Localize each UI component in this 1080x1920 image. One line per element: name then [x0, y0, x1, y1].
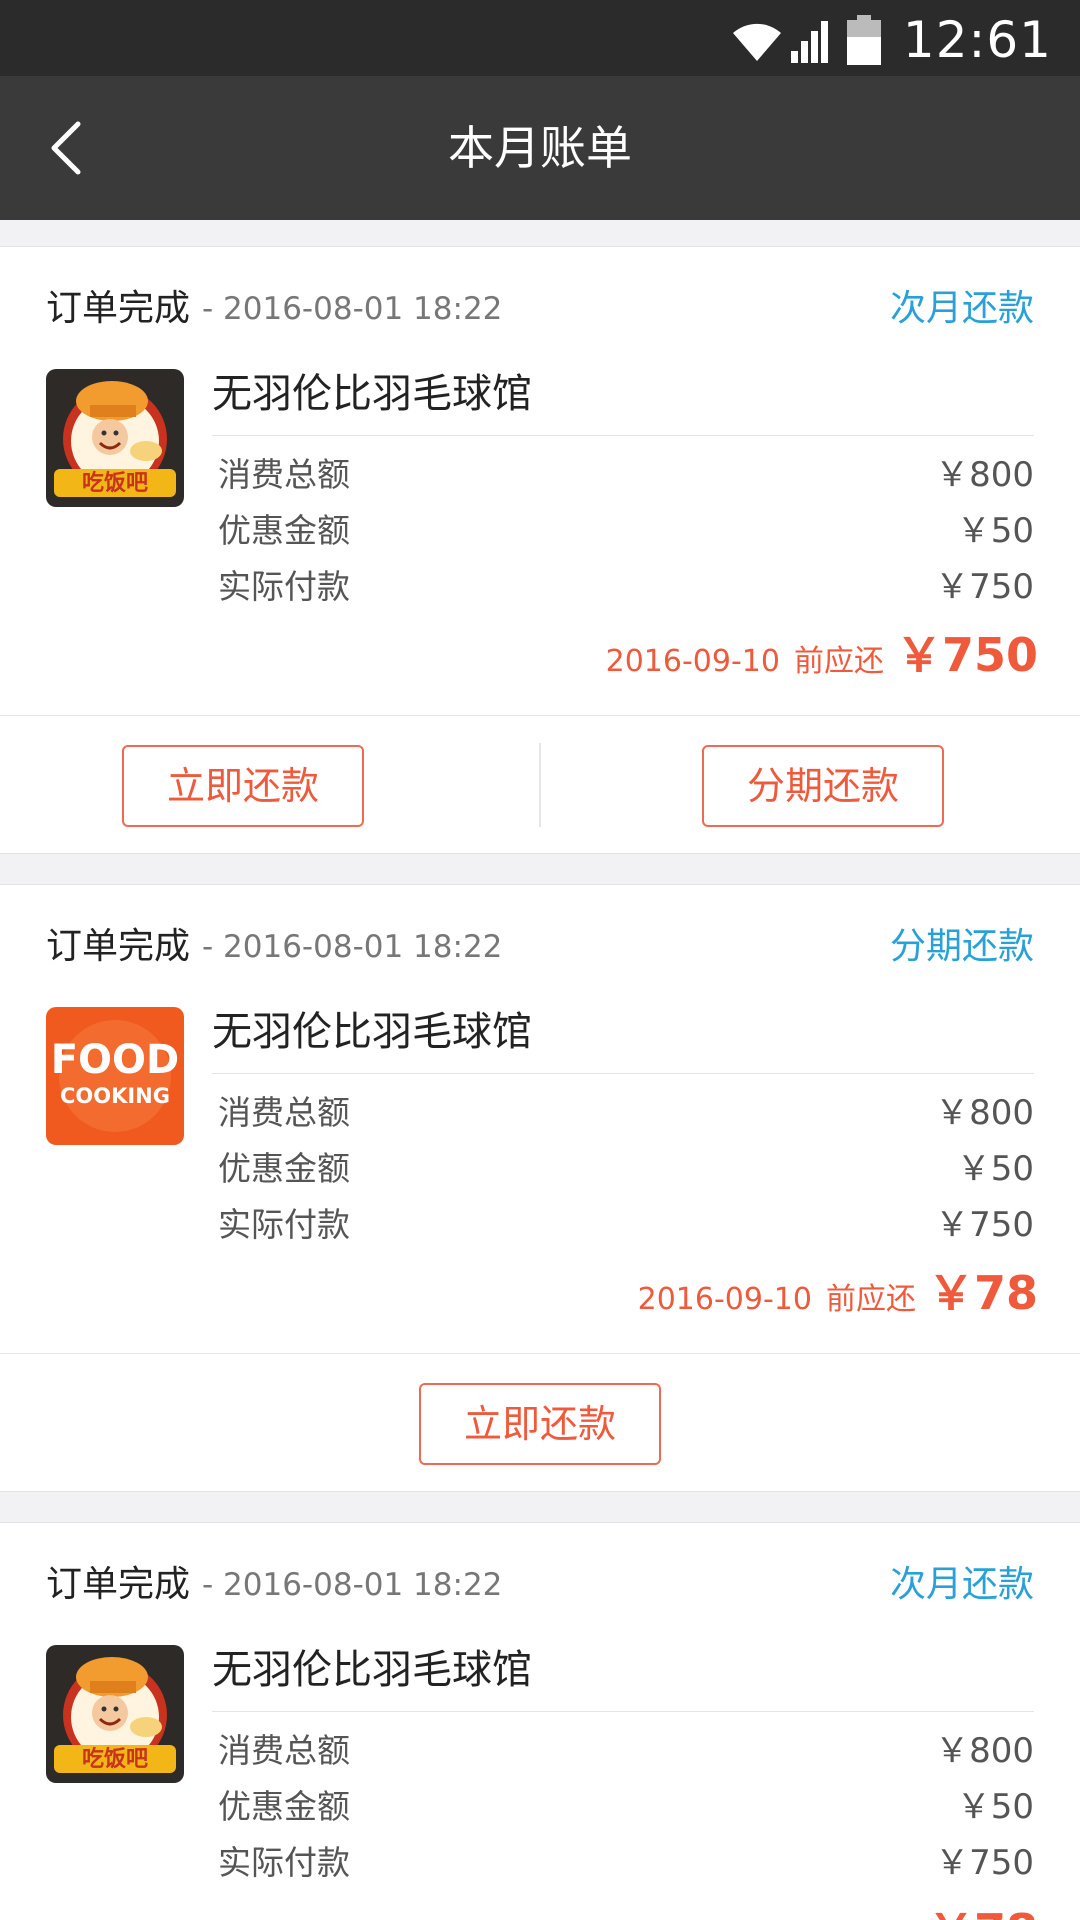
merchant-name: 无羽伦比羽毛球馆 [212, 371, 532, 417]
svg-text:吃饭吧: 吃饭吧 [82, 470, 148, 496]
battery-icon [846, 15, 881, 65]
discount-row: 优惠金额 ￥50 [218, 1781, 1034, 1833]
due-suffix: 前应还 [825, 1282, 916, 1317]
due-amount: ￥78 [927, 1266, 1038, 1320]
divider [212, 435, 1034, 436]
pay-now-button[interactable]: 立即还款 [419, 1383, 661, 1465]
due-line: 2016-09-10 前应还 ￥78 [638, 1895, 1038, 1920]
total-row: 消费总额 ￥800 [218, 1725, 1034, 1777]
discount-label: 优惠金额 [218, 1787, 350, 1826]
total-label: 消费总额 [218, 455, 350, 494]
wifi-icon [732, 23, 781, 61]
chef-restaurant-logo: 吃饭吧 [46, 369, 184, 507]
paid-row: 实际付款 ￥750 [218, 561, 1034, 613]
merchant-name: 无羽伦比羽毛球馆 [212, 1647, 532, 1693]
discount-row: 优惠金额 ￥50 [218, 505, 1034, 557]
order-status: 订单完成 [46, 288, 191, 329]
paid-label: 实际付款 [218, 1205, 350, 1244]
due-line: 2016-09-10 前应还 ￥750 [606, 619, 1038, 689]
total-row: 消费总额 ￥800 [218, 1087, 1034, 1139]
status-bar: 12:61 [0, 0, 1080, 76]
total-label: 消费总额 [218, 1093, 350, 1132]
total-value: ￥800 [935, 455, 1034, 495]
repayment-type[interactable]: 次月还款 [890, 1557, 1034, 1613]
app-root: 12:61 本月账单 订单完成 - 2016-08-01 18:22 次月还款 [0, 0, 1080, 1920]
food-cooking-logo: FOOD COOKING [46, 1007, 184, 1145]
due-date: 2016-09-10 [605, 644, 780, 679]
merchant-name: 无羽伦比羽毛球馆 [212, 1009, 532, 1055]
paid-value: ￥750 [935, 1843, 1034, 1883]
discount-value: ￥50 [956, 1787, 1034, 1827]
nav-bar: 本月账单 [0, 76, 1080, 220]
due-suffix: 前应还 [793, 644, 884, 679]
order-time: - 2016-08-01 18:22 [202, 1567, 503, 1603]
discount-value: ￥50 [956, 511, 1034, 551]
status-time: 12:61 [902, 11, 1052, 69]
installment-button[interactable]: 分期还款 [702, 745, 944, 827]
signal-icon [790, 21, 828, 63]
due-amount: ￥750 [895, 628, 1038, 682]
card-header: 订单完成 - 2016-08-01 18:22 次月还款 [46, 1557, 1034, 1613]
card-header: 订单完成 - 2016-08-01 18:22 分期还款 [46, 919, 1034, 975]
bill-card: 订单完成 - 2016-08-01 18:22 次月还款 吃饭吧 无羽伦比羽毛球… [0, 1522, 1080, 1920]
chef-restaurant-logo: 吃饭吧 [46, 1645, 184, 1783]
button-divider [539, 743, 541, 827]
page-title: 本月账单 [448, 121, 632, 175]
discount-label: 优惠金额 [218, 511, 350, 550]
total-row: 消费总额 ￥800 [218, 449, 1034, 501]
paid-label: 实际付款 [218, 567, 350, 606]
divider [212, 1073, 1034, 1074]
card-header: 订单完成 - 2016-08-01 18:22 次月还款 [46, 281, 1034, 337]
status-icons: 12:61 [729, 10, 1052, 70]
divider [0, 715, 1080, 716]
order-time: - 2016-08-01 18:22 [202, 291, 503, 327]
order-time: - 2016-08-01 18:22 [202, 929, 503, 965]
paid-value: ￥750 [935, 1205, 1034, 1245]
repayment-type[interactable]: 分期还款 [890, 919, 1034, 975]
divider [212, 1711, 1034, 1712]
due-date: 2016-09-10 [637, 1282, 812, 1317]
paid-row: 实际付款 ￥750 [218, 1837, 1034, 1889]
total-value: ￥800 [935, 1093, 1034, 1133]
total-value: ￥800 [935, 1731, 1034, 1771]
order-status: 订单完成 [46, 926, 191, 967]
bill-card: 订单完成 - 2016-08-01 18:22 次月还款 吃饭吧 无羽伦比羽毛球… [0, 246, 1080, 854]
discount-row: 优惠金额 ￥50 [218, 1143, 1034, 1195]
svg-text:COOKING: COOKING [60, 1084, 170, 1108]
discount-value: ￥50 [956, 1149, 1034, 1189]
order-status: 订单完成 [46, 1564, 191, 1605]
pay-now-button[interactable]: 立即还款 [122, 745, 364, 827]
due-suffix: 前应还 [826, 1912, 916, 1920]
paid-label: 实际付款 [218, 1843, 350, 1882]
paid-value: ￥750 [935, 567, 1034, 607]
total-label: 消费总额 [218, 1731, 350, 1770]
due-amount: ￥78 [928, 1895, 1038, 1920]
due-line: 2016-09-10 前应还 ￥78 [638, 1257, 1038, 1327]
svg-text:FOOD: FOOD [51, 1037, 180, 1083]
bill-card: 订单完成 - 2016-08-01 18:22 分期还款 FOOD COOKIN… [0, 884, 1080, 1492]
repayment-type[interactable]: 次月还款 [890, 281, 1034, 337]
svg-text:吃饭吧: 吃饭吧 [82, 1746, 148, 1772]
divider [0, 1353, 1080, 1354]
paid-row: 实际付款 ￥750 [218, 1199, 1034, 1251]
discount-label: 优惠金额 [218, 1149, 350, 1188]
